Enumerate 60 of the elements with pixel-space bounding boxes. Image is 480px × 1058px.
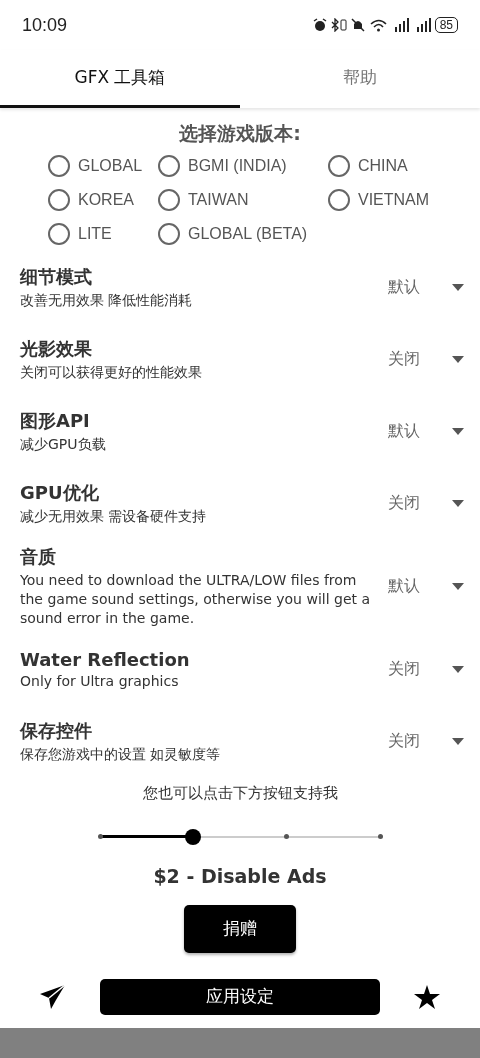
radio-button[interactable] — [158, 223, 180, 245]
radio-label: TAIWAN — [188, 191, 249, 209]
caret-icon — [452, 499, 464, 507]
setting-description: 改善无用效果 降低性能消耗 — [20, 290, 194, 310]
donation-slider[interactable] — [100, 828, 380, 845]
radio-button[interactable] — [48, 189, 70, 211]
setting-title: 图形API — [20, 408, 91, 433]
setting-description: 减少GPU负载 — [20, 434, 107, 454]
setting-description: You need to download the ULTRA/LOW files from the game sound settings, otherwise you will get a sound error in the game. — [20, 571, 372, 628]
radio-label: GLOBAL — [78, 157, 143, 175]
donate-button[interactable]: 捐赠 — [184, 904, 296, 953]
caret-icon — [452, 427, 464, 435]
radio-label: VIETNAM — [358, 191, 430, 209]
setting-title: 光影效果 — [20, 336, 93, 361]
radio-button[interactable] — [328, 155, 350, 177]
setting-title: 保存控件 — [20, 719, 93, 744]
setting-title: 细节模式 — [20, 264, 93, 289]
paper-plane-icon[interactable] — [40, 984, 66, 1009]
radio-button[interactable] — [328, 189, 350, 211]
caret-icon — [452, 666, 464, 674]
setting-dropdown[interactable]: 关闭 — [388, 348, 464, 370]
radio-label: CHINA — [358, 157, 408, 175]
mute-icon — [350, 18, 365, 32]
radio-label: BGMI (INDIA) — [188, 157, 287, 175]
bluetooth-icon — [330, 18, 347, 32]
tab[interactable]: 帮助 — [240, 50, 480, 108]
donation-prompt: 您也可以点击下方按钮支持我 — [141, 783, 339, 803]
tab[interactable]: GFX 工具箱 — [0, 50, 240, 108]
alarm-icon — [312, 18, 327, 32]
setting-title: Water Reflection — [20, 648, 191, 670]
setting-description: 保存您游戏中的设置 如灵敏度等 — [20, 745, 222, 765]
battery-indicator: 85 — [434, 17, 458, 33]
apply-button[interactable]: 应用设定 — [100, 978, 380, 1015]
version-title: 选择游戏版本: — [178, 121, 302, 146]
setting-dropdown[interactable]: 关闭 — [388, 492, 464, 514]
setting-description: 关闭可以获得更好的性能效果 — [20, 362, 203, 382]
radio-label: KOREA — [78, 191, 134, 209]
radio-label: GLOBAL (BETA) — [188, 225, 308, 243]
radio-label: LITE — [78, 225, 112, 243]
caret-icon — [452, 283, 464, 291]
radio-button[interactable] — [158, 155, 180, 177]
setting-description: 减少无用效果 需设备硬件支持 — [20, 506, 208, 526]
setting-dropdown[interactable]: 默认 — [388, 420, 464, 442]
radio-button[interactable] — [48, 223, 70, 245]
price-label: $2 - Disable Ads — [152, 864, 328, 887]
status-time: 10:09 — [22, 14, 68, 36]
setting-dropdown[interactable]: 默认 — [388, 575, 464, 597]
setting-title: 音质 — [20, 545, 57, 569]
caret-icon — [452, 738, 464, 746]
radio-button[interactable] — [158, 189, 180, 211]
setting-dropdown[interactable]: 默认 — [388, 276, 464, 298]
caret-icon — [452, 582, 464, 590]
setting-dropdown[interactable]: 关闭 — [388, 659, 464, 681]
setting-description: Only for Ultra graphics — [20, 671, 180, 691]
caret-icon — [452, 355, 464, 363]
radio-button[interactable] — [48, 155, 70, 177]
wifi-icon — [368, 18, 387, 32]
setting-dropdown[interactable]: 关闭 — [388, 731, 464, 753]
setting-title: GPU优化 — [20, 480, 100, 505]
star-icon[interactable] — [414, 984, 440, 1009]
